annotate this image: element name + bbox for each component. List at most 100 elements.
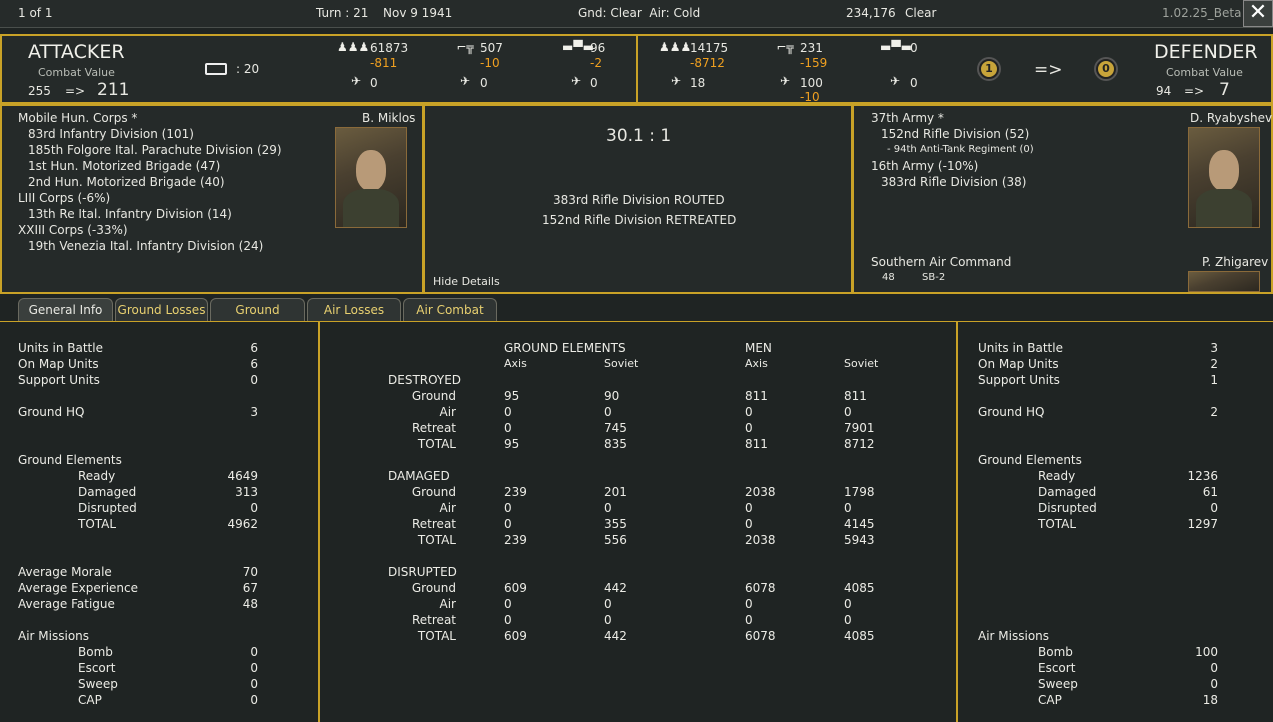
defender-stats-panel: Units in Battle 3 On Map Units 2 Support… xyxy=(956,322,1273,722)
stat-value: 18 xyxy=(1202,693,1218,707)
odds-ratio: 30.1 : 1 xyxy=(606,126,672,146)
loss-value: 0 xyxy=(745,421,753,435)
unit-line[interactable]: 19th Venezia Ital. Infantry Division (24… xyxy=(28,239,263,253)
loss-value: 0 xyxy=(844,613,852,627)
defender-cv-start: 94 xyxy=(1156,84,1172,98)
stat-heading: Ground Elements xyxy=(978,453,1082,467)
unit-line[interactable]: 185th Folgore Ital. Parachute Division (… xyxy=(28,143,282,157)
defender-bombers-loss: -10 xyxy=(800,90,820,104)
loss-value: 1798 xyxy=(844,485,875,499)
loss-row-label: Retreat xyxy=(412,421,456,435)
stat-value: 0 xyxy=(250,677,258,691)
unit-line[interactable]: 152nd Rifle Division (52) xyxy=(881,127,1029,141)
air-command-name[interactable]: Southern Air Command xyxy=(871,255,1011,269)
loss-value: 0 xyxy=(604,613,612,627)
defender-commander-portrait[interactable] xyxy=(1188,127,1260,228)
tab-air-losses[interactable]: Air Losses xyxy=(307,298,401,322)
attacker-men: 61873 xyxy=(370,41,409,55)
tab-ground-losses[interactable]: Ground Losses xyxy=(115,298,208,322)
air-commander-name: P. Zhigarev xyxy=(1202,255,1269,269)
loss-value: 4145 xyxy=(844,517,875,531)
loss-row-label: Ground xyxy=(411,581,456,595)
stat-label: CAP xyxy=(1038,693,1062,707)
stat-label: TOTAL xyxy=(78,517,117,531)
turn-label: Turn : 21 xyxy=(316,6,369,20)
stat-value: 0 xyxy=(1210,661,1218,675)
losses-table-panel: GROUND ELEMENTS MEN Axis Soviet Axis Sov… xyxy=(318,322,958,722)
loss-row-label: Retreat xyxy=(412,613,456,627)
defender-bombers: 100 xyxy=(800,76,823,90)
defender-guns: 231 xyxy=(800,41,823,55)
attacker-medal-icon: 1 xyxy=(979,59,999,79)
stat-label: Units in Battle xyxy=(18,341,103,355)
stat-label: Ready xyxy=(1038,469,1076,483)
fighter-icon: ✈ xyxy=(350,74,362,88)
loss-value: 6078 xyxy=(745,629,776,643)
fortification-icon xyxy=(205,63,227,75)
unit-line[interactable]: - 94th Anti-Tank Regiment (0) xyxy=(887,144,1034,155)
air-commander-portrait[interactable] xyxy=(1188,271,1260,292)
unit-line[interactable]: 83rd Infantry Division (101) xyxy=(28,127,194,141)
ground-elements-header: GROUND ELEMENTS xyxy=(504,341,626,355)
defender-transports: 0 xyxy=(910,76,918,90)
unit-line[interactable]: LIII Corps (-6%) xyxy=(18,191,110,205)
attacker-guns-loss: -10 xyxy=(480,56,500,70)
loss-value: 442 xyxy=(604,581,627,595)
portrait-face xyxy=(355,149,387,192)
loss-value: 6078 xyxy=(745,581,776,595)
attacker-cv-start: 255 xyxy=(28,84,51,98)
attacker-commander-portrait[interactable] xyxy=(335,127,407,228)
stat-value: 0 xyxy=(250,693,258,707)
tab-general-info[interactable]: General Info xyxy=(18,298,113,322)
tank-icon: ▬▀▬ xyxy=(880,40,912,54)
loss-row-label: Air xyxy=(439,597,456,611)
defender-cv-label: Combat Value xyxy=(1166,66,1243,79)
unit-line[interactable]: 383rd Rifle Division (38) xyxy=(881,175,1026,189)
medal-arrow: => xyxy=(1034,60,1063,80)
loss-value: 201 xyxy=(604,485,627,499)
stat-value: 0 xyxy=(1210,501,1218,515)
loss-value: 0 xyxy=(745,405,753,419)
transport-icon: ✈ xyxy=(570,74,582,88)
loss-value: 0 xyxy=(504,597,512,611)
attacker-men-loss: -811 xyxy=(370,56,398,70)
loss-value: 0 xyxy=(745,517,753,531)
unit-line[interactable]: Mobile Hun. Corps * xyxy=(18,111,137,125)
defender-commander-name: D. Ryabyshev xyxy=(1190,111,1273,125)
attacker-bombers: 0 xyxy=(480,76,488,90)
stat-label: Escort xyxy=(78,661,116,675)
conditions-label: Gnd: Clear Air: Cold xyxy=(578,6,701,20)
unit-line[interactable]: 2nd Hun. Motorized Brigade (40) xyxy=(28,175,225,189)
close-button[interactable]: ✕ xyxy=(1243,0,1273,27)
attacker-fighters: 0 xyxy=(370,76,378,90)
loss-value: 4085 xyxy=(844,581,875,595)
loss-value: 239 xyxy=(504,533,527,547)
tab-air-combat[interactable]: Air Combat xyxy=(403,298,497,322)
unit-line[interactable]: 37th Army * xyxy=(871,111,944,125)
result-line: 152nd Rifle Division RETREATED xyxy=(542,213,737,227)
unit-line[interactable]: 1st Hun. Motorized Brigade (47) xyxy=(28,159,220,173)
defender-guns-loss: -159 xyxy=(800,56,828,70)
loss-value: 2038 xyxy=(745,533,776,547)
unit-line[interactable]: XXIII Corps (-33%) xyxy=(18,223,128,237)
defender-men-loss: -8712 xyxy=(690,56,725,70)
hide-details-link[interactable]: Hide Details xyxy=(433,275,500,288)
loss-value: 745 xyxy=(604,421,627,435)
attacker-afv-loss: -2 xyxy=(590,56,602,70)
gun-icon: ⌐╦ xyxy=(776,40,794,54)
loss-value: 556 xyxy=(604,533,627,547)
attacker-cv-final: 211 xyxy=(97,80,130,100)
unit-line[interactable]: 13th Re Ital. Infantry Division (14) xyxy=(28,207,232,221)
stat-heading: Ground Elements xyxy=(18,453,122,467)
loss-value: 0 xyxy=(504,421,512,435)
tab-ground-combat[interactable]: Ground Combat xyxy=(210,298,305,340)
loss-value: 835 xyxy=(604,437,627,451)
loss-value: 0 xyxy=(604,405,612,419)
loss-value: 0 xyxy=(745,597,753,611)
unit-line[interactable]: 16th Army (-10%) xyxy=(871,159,978,173)
loss-row-label: Retreat xyxy=(412,517,456,531)
version-label: 1.02.25_Beta xyxy=(1162,6,1242,20)
loss-value: 0 xyxy=(745,613,753,627)
defender-men: 14175 xyxy=(690,41,729,55)
attacker-transports: 0 xyxy=(590,76,598,90)
